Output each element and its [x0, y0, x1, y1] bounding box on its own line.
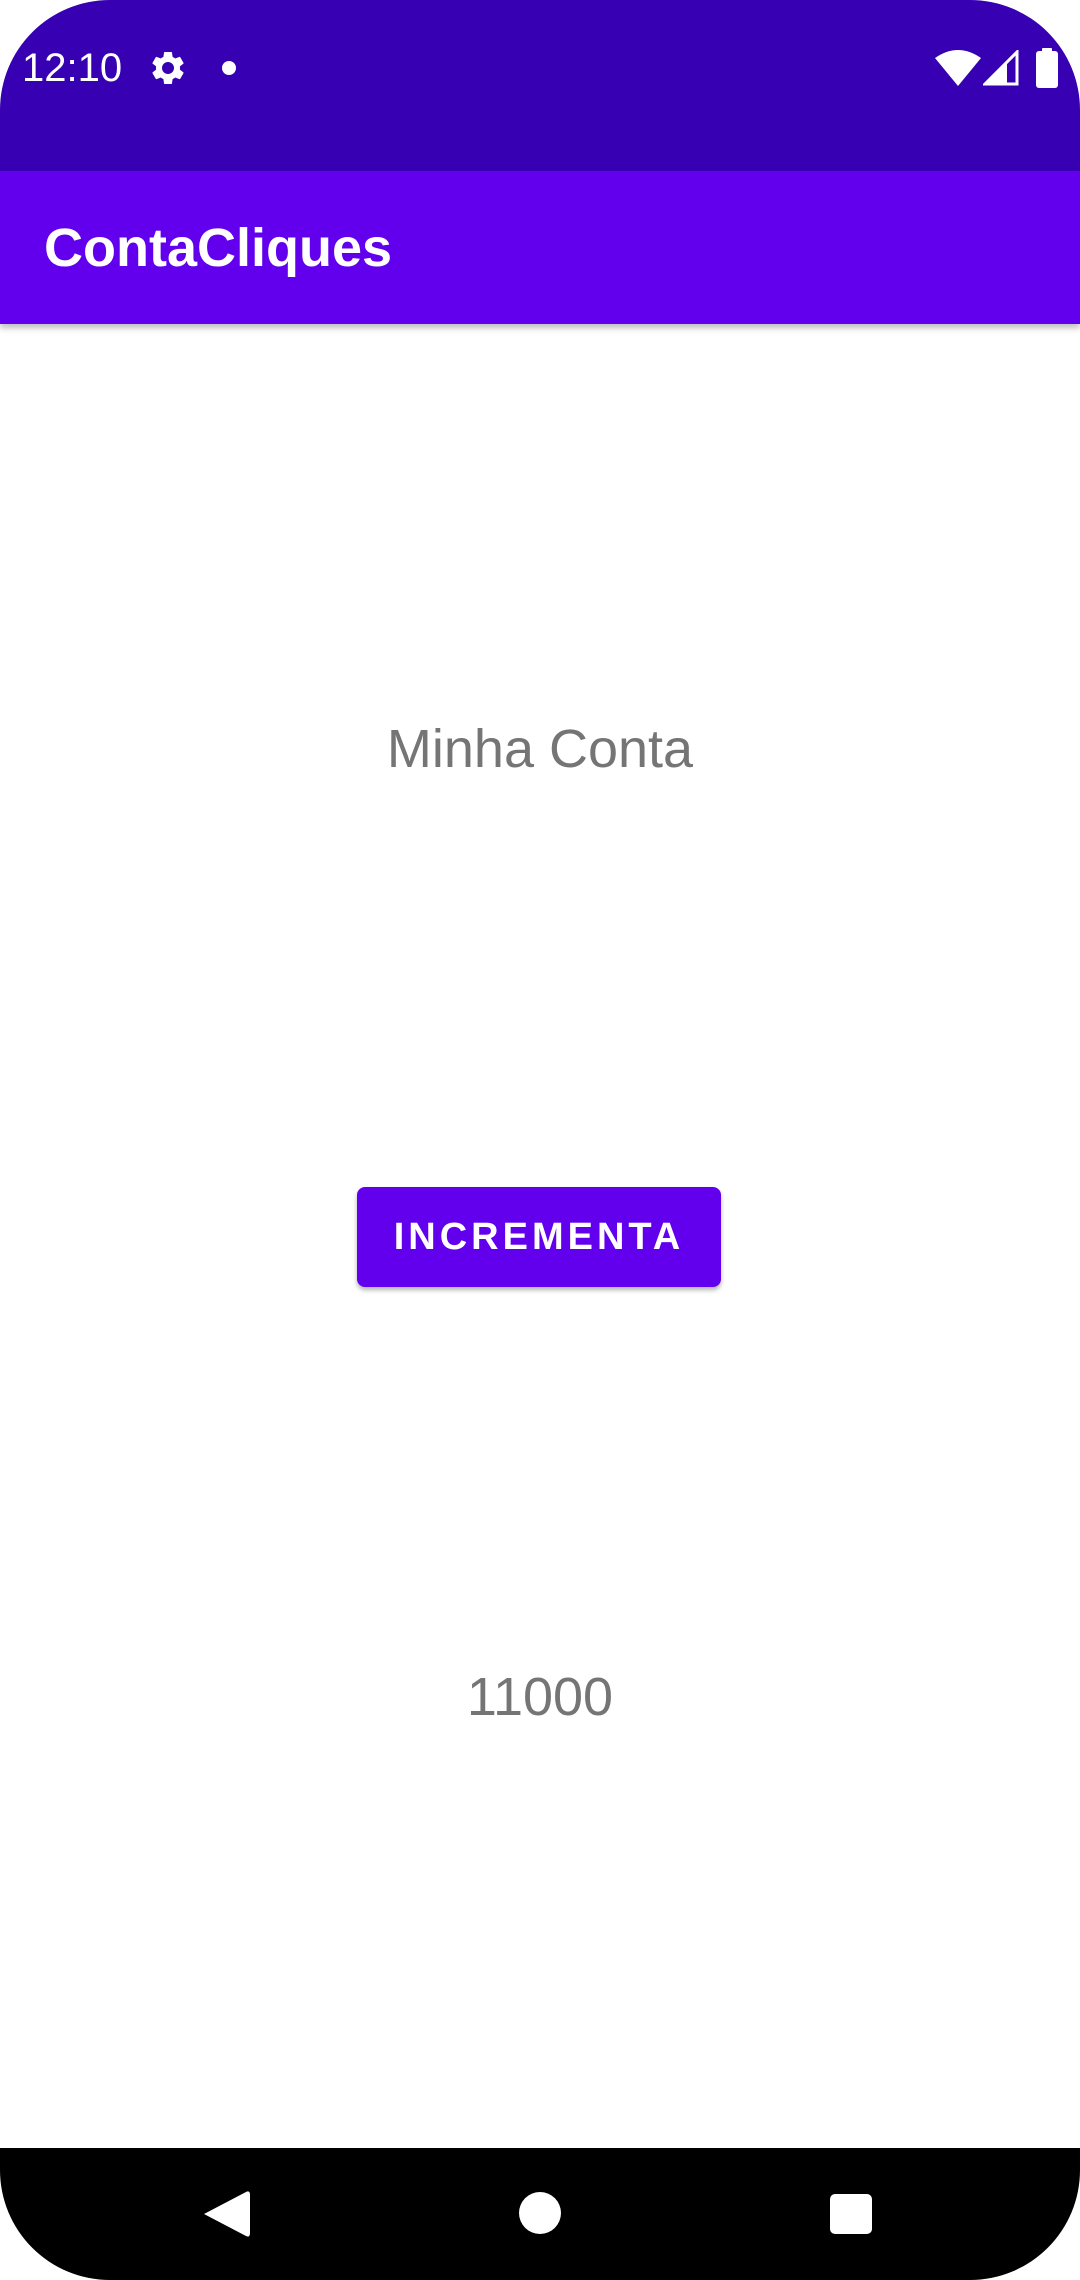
wifi-icon	[935, 50, 981, 86]
signal-icon	[983, 50, 1019, 86]
main-content: Minha Conta INCREMENTA 11000	[0, 324, 1080, 2148]
navigation-bar	[0, 2148, 1080, 2280]
recents-icon[interactable]	[830, 2194, 872, 2234]
home-icon[interactable]	[519, 2192, 561, 2234]
increment-button[interactable]: INCREMENTA	[357, 1187, 721, 1287]
app-bar: ContaCliques	[0, 171, 1080, 324]
status-time: 12:10	[22, 46, 123, 90]
notification-dot-icon	[222, 61, 236, 75]
back-icon[interactable]	[202, 2188, 250, 2240]
account-label: Minha Conta	[386, 719, 694, 779]
counter-value: 11000	[466, 1667, 614, 1727]
status-bar: 12:10	[0, 0, 1080, 171]
gear-icon	[152, 51, 184, 84]
phone-screen: 12:10 ContaCliques Minha Conta INCREMENT…	[0, 0, 1080, 2280]
battery-icon	[1036, 48, 1058, 88]
app-title: ContaCliques	[44, 218, 393, 278]
